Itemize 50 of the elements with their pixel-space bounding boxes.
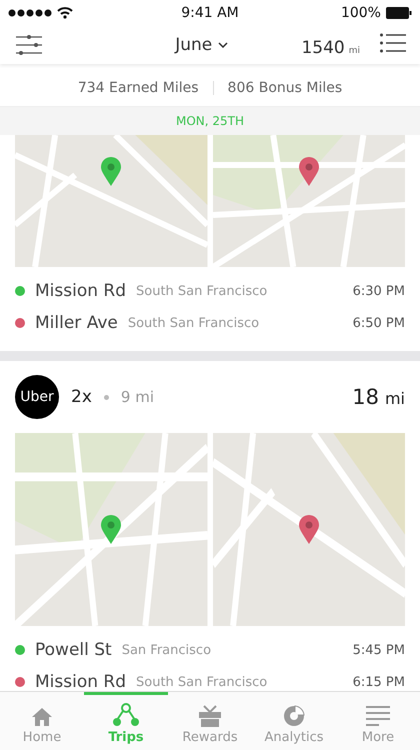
tab-bar-item[interactable]: Analytics: [252, 692, 336, 750]
stop-city: South San Francisco: [136, 674, 268, 690]
stop-time: 6:30 PM: [352, 284, 405, 298]
stop-dot: [15, 318, 25, 328]
stop-time: 6:15 PM: [352, 674, 405, 690]
bonus-miles: 806 Bonus Miles: [228, 80, 342, 96]
list-icon[interactable]: [380, 32, 406, 52]
menu-icon: [365, 705, 391, 727]
stop-city: South San Francisco: [136, 284, 268, 298]
map-pin-icon: [100, 157, 122, 187]
tab-bar-item[interactable]: Home: [0, 692, 84, 750]
stop-time: 6:50 PM: [352, 316, 405, 330]
stop-dot: [15, 286, 25, 296]
tab-bar-item[interactable]: More: [336, 692, 420, 750]
battery-percent: 100%: [340, 5, 381, 21]
trip-subtitle: 9 mi: [120, 388, 155, 406]
stop-city: South San Francisco: [128, 316, 260, 330]
sliders-icon[interactable]: [16, 35, 42, 55]
total-miles: 1540: [301, 38, 345, 58]
multiplier: 2x: [71, 387, 92, 407]
miles-unit: mi: [348, 46, 360, 56]
stop-dot: [15, 677, 25, 687]
stop-street: Mission Rd: [35, 281, 126, 301]
status-time: 9:41 AM: [181, 5, 239, 21]
home-icon: [31, 707, 53, 727]
stop-time: 5:45 PM: [352, 642, 405, 658]
earned-miles: 734 Earned Miles: [78, 80, 199, 96]
tab-bar-item[interactable]: Rewards: [168, 692, 252, 750]
map-pin-icon: [298, 157, 320, 187]
signal-icon: [8, 9, 52, 17]
distance-unit: mi: [384, 389, 405, 408]
pie-chart-icon: [283, 705, 305, 727]
wifi-icon: [57, 7, 73, 19]
month-selector[interactable]: June: [175, 35, 212, 55]
map-pin-icon: [298, 515, 320, 545]
map-pin-icon: [100, 515, 122, 545]
provider-logo: Uber: [15, 375, 59, 419]
chevron-down-icon[interactable]: [218, 42, 228, 48]
date-header: MON, 25TH: [0, 106, 420, 135]
tab-bar-item[interactable]: Trips: [84, 692, 168, 750]
route-nodes-icon: [112, 703, 140, 727]
stop-dot: [15, 645, 25, 655]
stop-street: Miller Ave: [35, 313, 118, 333]
bullet-icon: [104, 394, 109, 400]
stop-street: Mission Rd: [35, 672, 126, 691]
stop-street: Powell St: [35, 640, 112, 660]
gift-icon: [198, 705, 222, 727]
battery-icon: [386, 7, 412, 19]
trip-distance: 18: [352, 385, 379, 409]
stop-city: San Francisco: [122, 642, 212, 658]
